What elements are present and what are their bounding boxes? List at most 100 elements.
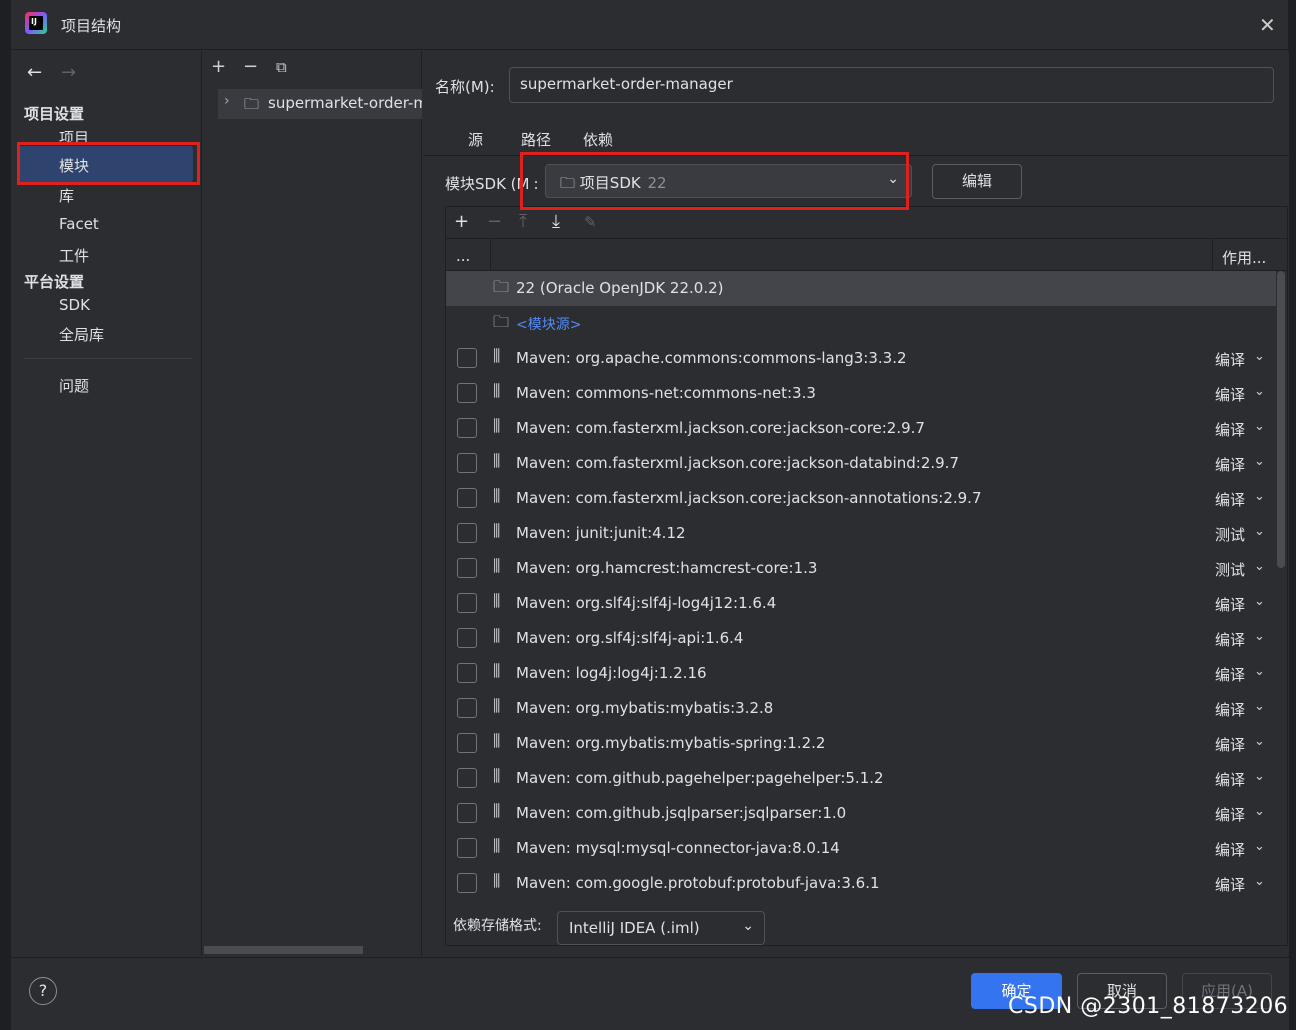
dependency-row[interactable]: ⫼ Maven: com.google.protobuf:protobuf-jav… (446, 866, 1276, 901)
chevron-down-icon[interactable]: ⌄ (1254, 734, 1265, 749)
jdk-row[interactable]: 🗀 22 (Oracle OpenJDK 22.0.2) (446, 271, 1276, 306)
export-checkbox[interactable] (457, 383, 477, 403)
dependency-row[interactable]: ⫼ Maven: com.fasterxml.jackson.core:jacks… (446, 411, 1276, 446)
dependency-scope[interactable]: 编译 (1215, 349, 1245, 370)
dependency-row[interactable]: ⫼ Maven: com.fasterxml.jackson.core:jacks… (446, 481, 1276, 516)
export-checkbox[interactable] (457, 663, 477, 683)
tab-dependencies[interactable]: 依赖 (583, 129, 613, 150)
dependency-scope[interactable]: 编译 (1215, 699, 1245, 720)
dependency-scope[interactable]: 编译 (1215, 839, 1245, 860)
export-checkbox[interactable] (457, 558, 477, 578)
edit-sdk-button[interactable]: 编辑 (932, 164, 1022, 199)
dependency-scope[interactable]: 编译 (1215, 769, 1245, 790)
remove-icon[interactable]: − (243, 56, 258, 77)
close-icon[interactable]: ✕ (1259, 13, 1276, 37)
dependency-scope[interactable]: 编译 (1215, 419, 1245, 440)
dependency-row[interactable]: ⫼ Maven: junit:junit:4.12 测试 ⌄ (446, 516, 1276, 551)
dependency-scope[interactable]: 编译 (1215, 874, 1245, 895)
export-checkbox[interactable] (457, 488, 477, 508)
module-source-row[interactable]: 🗀 <模块源> (446, 306, 1276, 341)
dependency-scope[interactable]: 测试 (1215, 524, 1245, 545)
dependency-scope[interactable]: 编译 (1215, 629, 1245, 650)
dependency-row[interactable]: ⫼ Maven: mysql:mysql-connector-java:8.0.1… (446, 831, 1276, 866)
export-checkbox[interactable] (457, 348, 477, 368)
dependency-scope[interactable]: 编译 (1215, 804, 1245, 825)
dependency-row[interactable]: ⫼ Maven: org.hamcrest:hamcrest-core:1.3 测试… (446, 551, 1276, 586)
edit-pencil-icon[interactable]: ✎ (584, 213, 597, 231)
export-checkbox[interactable] (457, 733, 477, 753)
dependency-scope[interactable]: 测试 (1215, 559, 1245, 580)
export-checkbox[interactable] (457, 803, 477, 823)
chevron-right-icon[interactable]: › (224, 93, 230, 109)
export-checkbox[interactable] (457, 628, 477, 648)
chevron-down-icon[interactable]: ⌄ (1254, 489, 1265, 504)
dependency-scope[interactable]: 编译 (1215, 454, 1245, 475)
dependency-scope[interactable]: 编译 (1215, 664, 1245, 685)
dependency-row[interactable]: ⫼ Maven: log4j:log4j:1.2.16 编译 ⌄ (446, 656, 1276, 691)
dependency-row[interactable]: ⫼ Maven: com.github.pagehelper:pagehelper… (446, 761, 1276, 796)
back-arrow-icon[interactable]: ← (27, 62, 42, 83)
remove-dependency-icon[interactable]: − (487, 211, 502, 232)
col-header-scope[interactable]: 作用... (1222, 247, 1266, 268)
copy-icon[interactable]: ⧉ (276, 58, 287, 76)
chevron-down-icon[interactable]: ⌄ (1254, 454, 1265, 469)
chevron-down-icon[interactable]: ⌄ (1254, 559, 1265, 574)
nav-item-problems[interactable]: 问题 (59, 375, 89, 396)
chevron-down-icon[interactable]: ⌄ (1254, 874, 1265, 889)
chevron-down-icon[interactable]: ⌄ (1254, 664, 1265, 679)
dependency-row[interactable]: ⫼ Maven: org.slf4j:slf4j-log4j12:1.6.4 编译 ⌄ (446, 586, 1276, 621)
chevron-down-icon[interactable]: ⌄ (1254, 419, 1265, 434)
add-dependency-icon[interactable]: + (454, 211, 469, 232)
chevron-down-icon[interactable]: ⌄ (1254, 804, 1265, 819)
export-checkbox[interactable] (457, 593, 477, 613)
chevron-down-icon[interactable]: ⌄ (1254, 699, 1265, 714)
move-down-icon[interactable]: ⤓ (552, 211, 560, 232)
annotation-red-box-sdk (520, 152, 909, 210)
export-checkbox[interactable] (457, 698, 477, 718)
chevron-down-icon[interactable]: ⌄ (1254, 769, 1265, 784)
tab-sources[interactable]: 源 (468, 129, 483, 150)
dependency-row[interactable]: ⫼ Maven: com.github.jsqlparser:jsqlparser… (446, 796, 1276, 831)
chevron-down-icon[interactable]: ⌄ (1254, 384, 1265, 399)
dependency-row[interactable]: ⫼ Maven: commons-net:commons-net:3.3 编译 ⌄ (446, 376, 1276, 411)
forward-arrow-icon[interactable]: → (61, 62, 76, 83)
nav-item-libraries[interactable]: 库 (59, 185, 74, 206)
nav-item-global-libraries[interactable]: 全局库 (59, 324, 104, 345)
dependency-row[interactable]: ⫼ Maven: org.apache.commons:commons-lang3… (446, 341, 1276, 376)
dependency-scope[interactable]: 编译 (1215, 384, 1245, 405)
chevron-down-icon[interactable]: ⌄ (1254, 594, 1265, 609)
export-checkbox[interactable] (457, 768, 477, 788)
export-checkbox[interactable] (457, 838, 477, 858)
dependency-row[interactable]: ⫼ Maven: org.slf4j:slf4j-api:1.6.4 编译 ⌄ (446, 621, 1276, 656)
dependency-scope[interactable]: 编译 (1215, 594, 1245, 615)
move-up-icon[interactable]: ⤒ (519, 211, 527, 232)
export-checkbox[interactable] (457, 418, 477, 438)
module-source-label: <模块源> (516, 317, 582, 333)
chevron-down-icon[interactable]: ⌄ (1254, 839, 1265, 854)
module-name-field[interactable]: supermarket-order-manager (509, 67, 1274, 103)
dependency-row[interactable]: ⫼ Maven: com.fasterxml.jackson.core:jacks… (446, 446, 1276, 481)
dependency-row[interactable]: ⫼ Maven: org.mybatis:mybatis:3.2.8 编译 ⌄ (446, 691, 1276, 726)
dependency-scope[interactable]: 编译 (1215, 734, 1245, 755)
chevron-down-icon[interactable]: ⌄ (1254, 524, 1265, 539)
export-checkbox[interactable] (457, 453, 477, 473)
help-icon[interactable]: ? (29, 977, 57, 1005)
nav-item-facet[interactable]: Facet (59, 215, 99, 233)
chevron-down-icon[interactable]: ⌄ (1254, 629, 1265, 644)
tab-paths[interactable]: 路径 (521, 129, 551, 150)
module-tree-item[interactable]: › 🗀 supermarket-order-m (218, 89, 422, 119)
nav-item-artifacts[interactable]: 工件 (59, 245, 89, 266)
dependencies-vertical-scrollbar[interactable] (1277, 271, 1285, 568)
export-checkbox[interactable] (457, 523, 477, 543)
library-icon: ⫼ (493, 871, 501, 890)
dependency-scope[interactable]: 编译 (1215, 489, 1245, 510)
export-checkbox[interactable] (457, 873, 477, 893)
add-icon[interactable]: + (211, 56, 226, 77)
col-header-export[interactable]: ... (456, 247, 470, 265)
storage-format-dropdown[interactable]: IntelliJ IDEA (.iml) ⌄ (557, 911, 765, 945)
chevron-down-icon[interactable]: ⌄ (1254, 349, 1265, 364)
nav-item-sdk[interactable]: SDK (59, 296, 90, 314)
dependency-name: Maven: com.fasterxml.jackson.core:jackso… (516, 454, 959, 472)
dependency-row[interactable]: ⫼ Maven: org.mybatis:mybatis-spring:1.2.2… (446, 726, 1276, 761)
tree-horizontal-scrollbar[interactable] (204, 946, 363, 954)
